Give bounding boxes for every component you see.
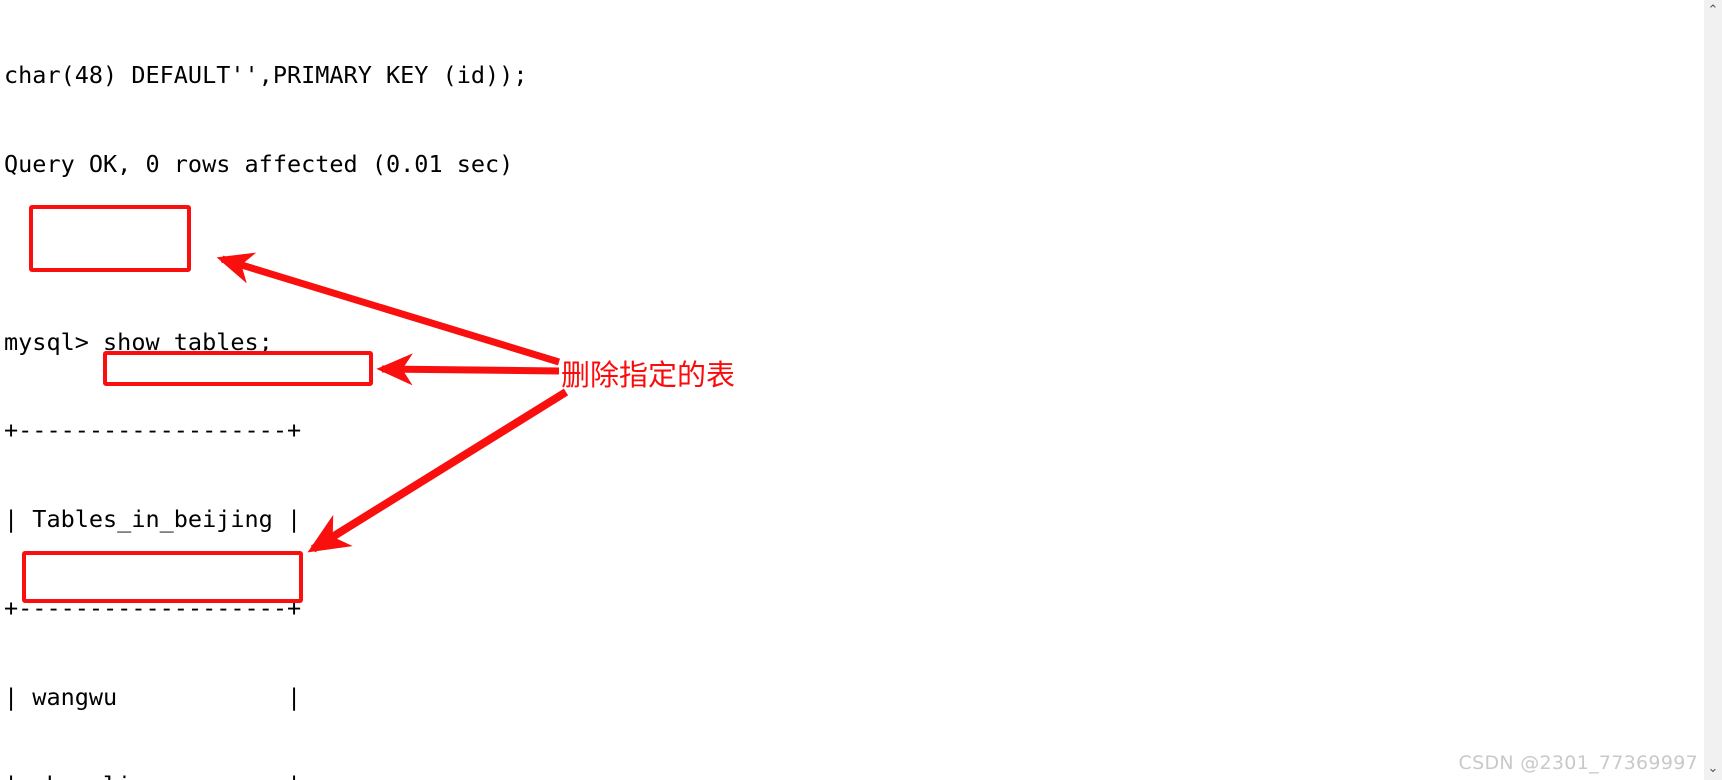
watermark: CSDN @2301_77369997 [1458,752,1698,774]
terminal-line: Query OK, 0 rows affected (0.01 sec) [4,149,514,178]
terminal-line: +-------------------+ [4,593,302,622]
terminal-output: char(48) DEFAULT'',PRIMARY KEY (id)); Qu… [0,0,527,780]
annotation-label: 删除指定的表 [561,358,736,392]
terminal-line: mysql> show tables; [4,327,273,356]
scroll-up-icon[interactable]: ⌃ [1704,2,1722,20]
terminal-line: | Tables_in_beijing | [4,505,302,534]
scrollbar[interactable]: ⌃ ⌄ [1704,0,1722,780]
terminal-line: +-------------------+ [4,416,302,445]
scroll-down-icon[interactable]: ⌄ [1704,760,1722,778]
terminal-screenshot: char(48) DEFAULT'',PRIMARY KEY (id)); Qu… [0,0,1722,780]
terminal-line: char(48) DEFAULT'',PRIMARY KEY (id)); [4,61,528,90]
terminal-line: | wangwu | [4,682,302,711]
terminal-line: | zhangliang | [4,771,527,780]
